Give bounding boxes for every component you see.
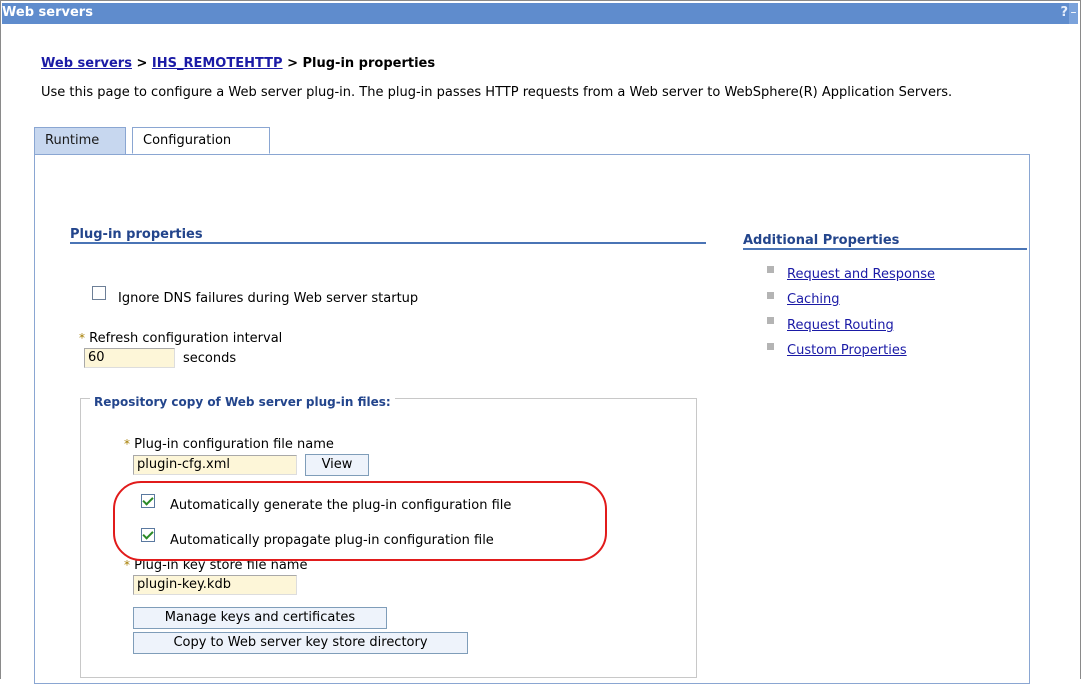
- window-titlebar: Web servers ? –: [2, 3, 1078, 24]
- breadcrumb-web-servers-link[interactable]: Web servers: [41, 56, 132, 71]
- custom-properties-link[interactable]: Custom Properties: [787, 343, 907, 358]
- minimize-icon[interactable]: –: [1069, 3, 1078, 24]
- window-title: Web servers: [2, 5, 93, 20]
- request-routing-link[interactable]: Request Routing: [787, 318, 894, 333]
- refresh-interval-label-text: Refresh configuration interval: [89, 331, 283, 346]
- plugin-properties-title: Plug-in properties: [70, 227, 203, 242]
- required-marker: *: [79, 331, 85, 345]
- breadcrumb-ihs-remotehttp-link[interactable]: IHS_REMOTEHTTP: [152, 56, 283, 71]
- required-marker: *: [124, 437, 130, 451]
- refresh-interval-input[interactable]: 60: [84, 348, 175, 368]
- required-marker: *: [124, 558, 130, 572]
- page-description: Use this page to configure a Web server …: [41, 85, 953, 100]
- list-bullet: [767, 317, 774, 324]
- manage-keys-button[interactable]: Manage keys and certificates: [133, 607, 387, 629]
- config-file-label-text: Plug-in configuration file name: [134, 437, 334, 452]
- breadcrumb-separator: >: [282, 56, 303, 71]
- section-divider: [743, 248, 1027, 250]
- refresh-interval-label: * Refresh configuration interval: [79, 331, 282, 346]
- refresh-interval-unit: seconds: [183, 351, 237, 366]
- config-file-label: * Plug-in configuration file name: [124, 437, 334, 452]
- list-bullet: [767, 343, 774, 350]
- repository-legend: Repository copy of Web server plug-in fi…: [90, 395, 395, 409]
- keystore-input[interactable]: plugin-key.kdb: [133, 575, 297, 595]
- ignore-dns-checkbox[interactable]: [92, 286, 106, 300]
- tab-runtime[interactable]: Runtime: [34, 127, 126, 154]
- help-icon[interactable]: ?: [1060, 5, 1068, 20]
- ignore-dns-label: Ignore DNS failures during Web server st…: [118, 291, 419, 306]
- view-button[interactable]: View: [305, 454, 369, 476]
- breadcrumb-current: Plug-in properties: [302, 56, 436, 71]
- additional-properties-title: Additional Properties: [743, 233, 900, 248]
- list-bullet: [767, 266, 774, 273]
- config-file-input[interactable]: plugin-cfg.xml: [133, 455, 297, 475]
- copy-keystore-button[interactable]: Copy to Web server key store directory: [133, 632, 468, 654]
- highlight-annotation: [113, 481, 607, 561]
- breadcrumb-separator: >: [131, 56, 152, 71]
- tab-configuration[interactable]: Configuration: [132, 127, 270, 154]
- section-divider: [70, 242, 706, 244]
- request-and-response-link[interactable]: Request and Response: [787, 267, 935, 282]
- list-bullet: [767, 292, 774, 299]
- breadcrumb: Web servers > IHS_REMOTEHTTP > Plug-in p…: [41, 56, 435, 71]
- caching-link[interactable]: Caching: [787, 292, 840, 307]
